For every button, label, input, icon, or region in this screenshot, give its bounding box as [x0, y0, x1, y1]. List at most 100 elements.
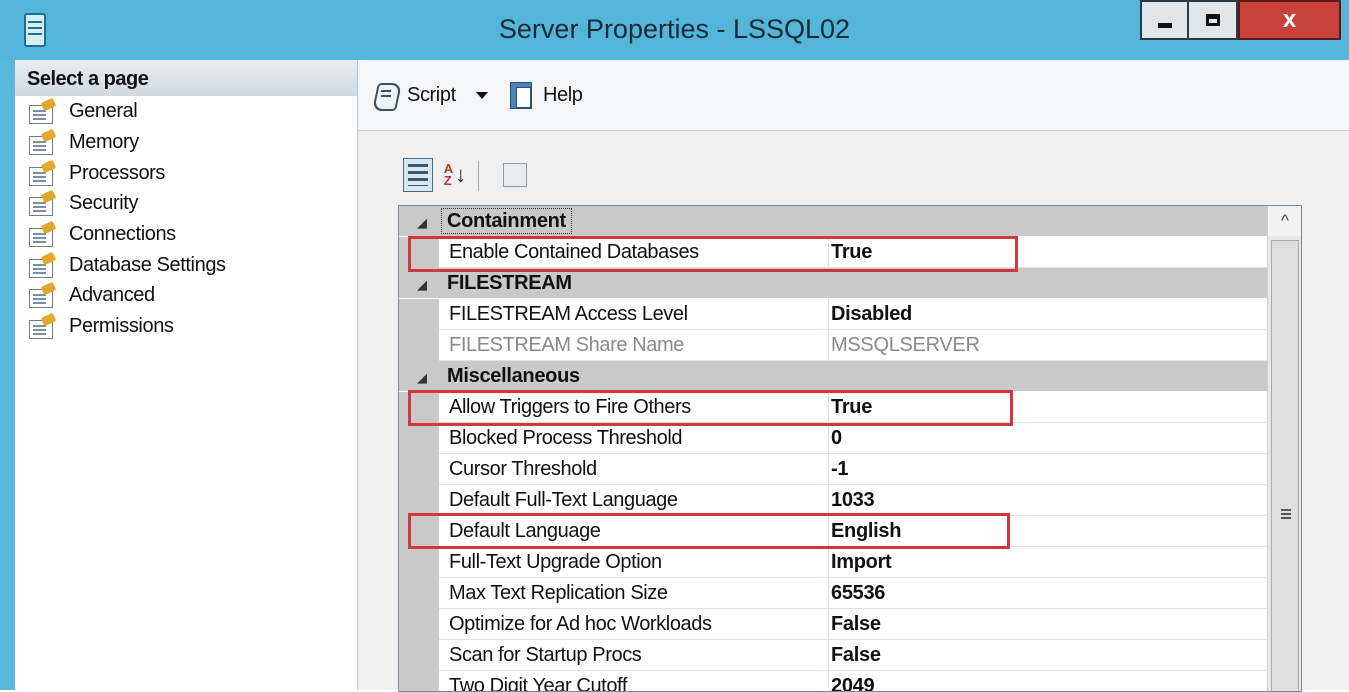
scroll-up-icon[interactable]: ^: [1268, 206, 1301, 236]
sidebar-item-processors[interactable]: Processors: [27, 158, 165, 189]
category-containment[interactable]: ◢ Containment: [399, 206, 1267, 236]
help-button[interactable]: Help: [506, 79, 583, 111]
property-value[interactable]: 1033: [831, 485, 875, 515]
categorized-button[interactable]: [403, 158, 433, 192]
page-wrench-icon: [27, 312, 57, 339]
sidebar-item-memory[interactable]: Memory: [27, 127, 139, 158]
toolbar-divider: [478, 161, 479, 191]
help-label: Help: [543, 83, 583, 106]
sidebar-item-permissions[interactable]: Permissions: [27, 311, 174, 342]
category-label: FILESTREAM: [447, 272, 572, 294]
help-icon: [506, 79, 536, 111]
sidebar-item-label: Processors: [69, 162, 166, 184]
categorized-icon: [408, 164, 428, 186]
property-name: Optimize for Ad hoc Workloads: [439, 609, 829, 639]
property-value[interactable]: 0: [831, 423, 842, 453]
category-filestream[interactable]: ◢ FILESTREAM: [399, 268, 1267, 298]
property-name: Max Text Replication Size: [439, 578, 829, 608]
sort-az-icon: AZ: [443, 162, 453, 188]
property-value[interactable]: False: [831, 609, 881, 639]
property-grid: ◢ Containment Enable Contained Databases…: [398, 205, 1302, 692]
property-grid-toolbar: AZ ↓: [400, 153, 550, 197]
collapse-icon[interactable]: ◢: [417, 215, 427, 231]
property-name: Allow Triggers to Fire Others: [439, 392, 829, 422]
property-row[interactable]: Cursor Threshold -1: [399, 454, 1267, 485]
scroll-thumb[interactable]: [1271, 240, 1299, 691]
property-row[interactable]: Enable Contained Databases True: [399, 237, 1267, 268]
property-value[interactable]: English: [831, 516, 901, 546]
category-label: Containment: [439, 206, 574, 236]
property-name: Blocked Process Threshold: [439, 423, 829, 453]
script-button[interactable]: Script: [370, 79, 488, 111]
chevron-down-icon[interactable]: [475, 91, 488, 99]
property-row[interactable]: Allow Triggers to Fire Others True: [399, 392, 1267, 423]
property-row[interactable]: Two Digit Year Cutoff 2049: [399, 671, 1267, 691]
property-row[interactable]: Default Language English: [399, 516, 1267, 547]
sidebar-item-database-settings[interactable]: Database Settings: [27, 250, 226, 281]
sort-z-glyph: Z: [443, 173, 452, 188]
maximize-icon: [1205, 14, 1220, 26]
grip-icon: [1281, 509, 1291, 511]
property-name: Default Language: [439, 516, 829, 546]
page-wrench-icon: [27, 97, 57, 124]
property-name: Cursor Threshold: [439, 454, 829, 484]
property-value[interactable]: 65536: [831, 578, 885, 608]
property-value[interactable]: 2049: [831, 671, 875, 691]
property-name: Scan for Startup Procs: [439, 640, 829, 670]
property-value[interactable]: False: [831, 640, 881, 670]
sidebar-item-advanced[interactable]: Advanced: [27, 280, 155, 311]
property-name: Two Digit Year Cutoff: [439, 671, 829, 691]
alphabetical-button[interactable]: AZ ↓: [440, 158, 470, 192]
property-name: Default Full-Text Language: [439, 485, 829, 515]
minimize-button[interactable]: [1140, 0, 1188, 40]
maximize-button[interactable]: [1188, 0, 1238, 40]
property-value[interactable]: Import: [831, 547, 892, 577]
sidebar-item-security[interactable]: Security: [27, 188, 138, 219]
collapse-icon[interactable]: ◢: [417, 370, 427, 386]
page-wrench-icon: [27, 128, 57, 155]
property-value[interactable]: True: [831, 237, 872, 267]
property-name: FILESTREAM Access Level: [439, 299, 829, 329]
property-name: Full-Text Upgrade Option: [439, 547, 829, 577]
sidebar-item-label: Permissions: [69, 315, 174, 337]
sidebar-item-label: Connections: [69, 223, 176, 245]
sidebar-item-label: Database Settings: [69, 254, 226, 276]
property-row[interactable]: Full-Text Upgrade Option Import: [399, 547, 1267, 578]
property-pages-icon: [503, 163, 527, 187]
sidebar-item-label: General: [69, 100, 138, 122]
property-value[interactable]: Disabled: [831, 299, 912, 329]
server-properties-window: Server Properties - LSSQL02 x Select a p…: [0, 0, 1349, 692]
sidebar-item-label: Advanced: [69, 284, 155, 306]
property-pages-button[interactable]: [500, 158, 530, 192]
page-wrench-icon: [27, 251, 57, 278]
page-wrench-icon: [27, 281, 57, 308]
category-miscellaneous[interactable]: ◢ Miscellaneous: [399, 361, 1267, 391]
page-selector: Select a page General Memory Processors …: [15, 60, 358, 690]
vertical-scrollbar[interactable]: ^: [1267, 206, 1301, 691]
property-row[interactable]: Max Text Replication Size 65536: [399, 578, 1267, 609]
property-row[interactable]: Blocked Process Threshold 0: [399, 423, 1267, 454]
property-row[interactable]: Scan for Startup Procs False: [399, 640, 1267, 671]
property-value[interactable]: -1: [831, 454, 848, 484]
property-row[interactable]: FILESTREAM Access Level Disabled: [399, 299, 1267, 330]
page-selector-header: Select a page: [15, 60, 357, 96]
property-name: FILESTREAM Share Name: [439, 330, 829, 360]
property-value[interactable]: True: [831, 392, 872, 422]
sidebar-item-general[interactable]: General: [27, 96, 138, 127]
dialog-toolbar: Script Help: [358, 60, 1349, 131]
property-name: Enable Contained Databases: [439, 237, 829, 267]
page-wrench-icon: [27, 189, 57, 216]
property-row[interactable]: Optimize for Ad hoc Workloads False: [399, 609, 1267, 640]
collapse-icon[interactable]: ◢: [417, 277, 427, 293]
page-selector-title: Select a page: [27, 68, 149, 90]
property-value: MSSQLSERVER: [831, 334, 980, 356]
sidebar-item-label: Memory: [69, 131, 139, 153]
page-wrench-icon: [27, 159, 57, 186]
title-bar[interactable]: Server Properties - LSSQL02 x: [0, 0, 1349, 60]
script-label: Script: [407, 83, 456, 106]
property-row[interactable]: Default Full-Text Language 1033: [399, 485, 1267, 516]
close-button[interactable]: x: [1238, 0, 1341, 40]
sidebar-item-connections[interactable]: Connections: [27, 219, 176, 250]
script-icon: [370, 79, 402, 111]
minimize-icon: [1157, 22, 1172, 28]
